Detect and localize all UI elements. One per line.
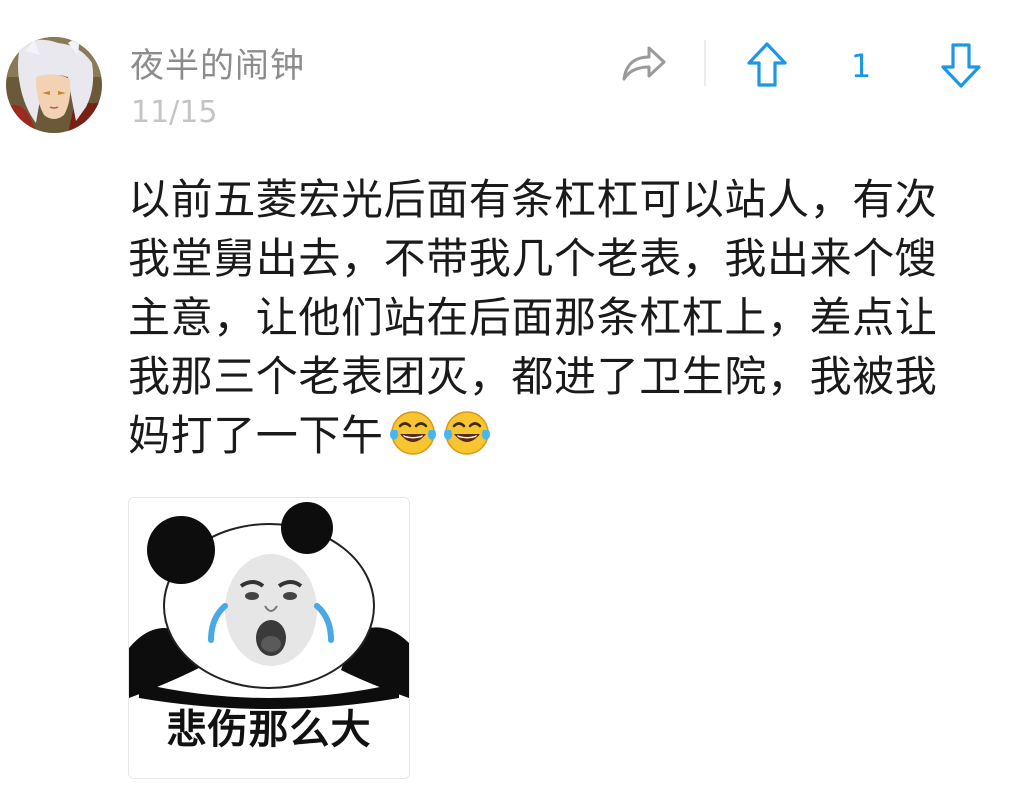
post-content: 以前五菱宏光后面有条杠杠可以站人，有次 我堂舅出去，不带我几个老表，我出来个馊 …	[128, 170, 998, 465]
action-divider	[704, 40, 706, 86]
downvote-button[interactable]	[934, 38, 988, 92]
content-line-text: 妈打了一下午	[128, 411, 384, 460]
content-line: 主意，让他们站在后面那条杠杠上，差点让	[128, 293, 938, 342]
vote-count: 1	[850, 47, 872, 85]
avatar[interactable]	[6, 37, 102, 133]
post-date: 11/15	[131, 95, 218, 130]
upvote-button[interactable]	[740, 38, 794, 92]
share-button[interactable]	[616, 38, 672, 90]
content-line-last: 妈打了一下午	[128, 406, 998, 465]
author-name[interactable]: 夜半的闹钟	[130, 42, 305, 90]
upvote-arrow-icon	[747, 42, 787, 87]
tears-of-joy-emoji-icon	[389, 411, 436, 455]
meme-image[interactable]: 悲伤那么大	[128, 497, 410, 779]
content-line: 我那三个老表团灭，都进了卫生院，我被我	[128, 352, 938, 401]
share-icon	[622, 46, 666, 81]
tears-of-joy-emoji-icon	[443, 411, 490, 455]
content-line: 我堂舅出去，不带我几个老表，我出来个馊	[128, 234, 938, 283]
meme-caption: 悲伤那么大	[166, 707, 372, 753]
content-line: 以前五菱宏光后面有条杠杠可以站人，有次	[128, 175, 938, 224]
anime-avatar-icon	[6, 37, 102, 133]
downvote-arrow-icon	[941, 43, 981, 88]
